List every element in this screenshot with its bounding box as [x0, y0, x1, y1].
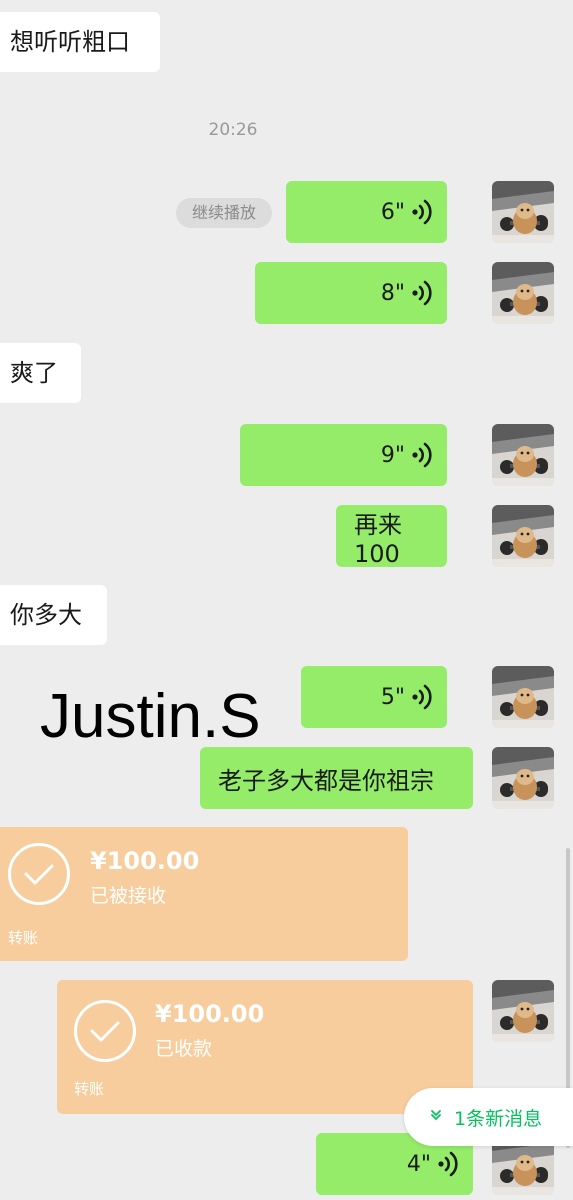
transfer-amount: ¥100.00	[155, 1000, 265, 1028]
voice-wave-icon	[411, 684, 432, 710]
voice-message[interactable]: 6"	[286, 181, 447, 243]
voice-message[interactable]: 5"	[301, 666, 447, 728]
double-chevron-down-icon	[430, 1109, 442, 1125]
transfer-label: 转账	[74, 1080, 105, 1098]
message-text: 想听听粗口	[10, 28, 130, 56]
transfer-label: 转账	[8, 929, 39, 947]
timestamp: 20:26	[208, 120, 258, 140]
voice-duration: 9"	[380, 442, 405, 468]
avatar[interactable]	[492, 666, 554, 728]
voice-wave-icon	[411, 199, 432, 225]
message-text: 爽了	[10, 359, 58, 387]
received-message[interactable]: 爽了	[0, 343, 81, 403]
message-text: 再来 100	[354, 510, 402, 568]
check-circle-icon	[74, 1000, 136, 1062]
new-message-label: 1条新消息	[454, 1107, 543, 1130]
voice-duration: 6"	[380, 199, 405, 225]
voice-wave-icon	[437, 1151, 458, 1177]
avatar[interactable]	[492, 424, 554, 486]
message-text: 你多大	[10, 601, 82, 629]
voice-duration: 5"	[380, 684, 405, 710]
watermark-text: Justin.S	[40, 682, 261, 751]
new-message-button[interactable]: 1条新消息	[404, 1088, 573, 1146]
check-circle-icon	[8, 843, 70, 905]
voice-wave-icon	[411, 442, 432, 468]
continue-play-button[interactable]: 继续播放	[176, 198, 272, 228]
avatar[interactable]	[492, 747, 554, 809]
voice-message[interactable]: 9"	[240, 424, 447, 486]
transfer-card[interactable]: ¥100.00 已被接收 转账	[0, 827, 408, 961]
avatar[interactable]	[492, 181, 554, 243]
received-message[interactable]: 想听听粗口	[0, 12, 160, 72]
transfer-status: 已收款	[155, 1038, 213, 1060]
voice-wave-icon	[411, 280, 432, 306]
transfer-card[interactable]: ¥100.00 已收款 转账	[57, 980, 473, 1114]
voice-message[interactable]: 8"	[255, 262, 447, 324]
transfer-status: 已被接收	[90, 885, 167, 907]
sent-message[interactable]: 再来 100	[336, 505, 447, 568]
voice-duration: 8"	[380, 280, 405, 306]
avatar[interactable]	[492, 262, 554, 324]
sent-message[interactable]: 老子多大都是你祖宗	[200, 747, 473, 809]
message-text: 老子多大都是你祖宗	[218, 766, 434, 795]
avatar[interactable]	[492, 505, 554, 567]
transfer-amount: ¥100.00	[90, 847, 200, 875]
avatar[interactable]	[492, 980, 554, 1042]
received-message[interactable]: 你多大	[0, 585, 107, 645]
voice-duration: 4"	[406, 1151, 431, 1177]
